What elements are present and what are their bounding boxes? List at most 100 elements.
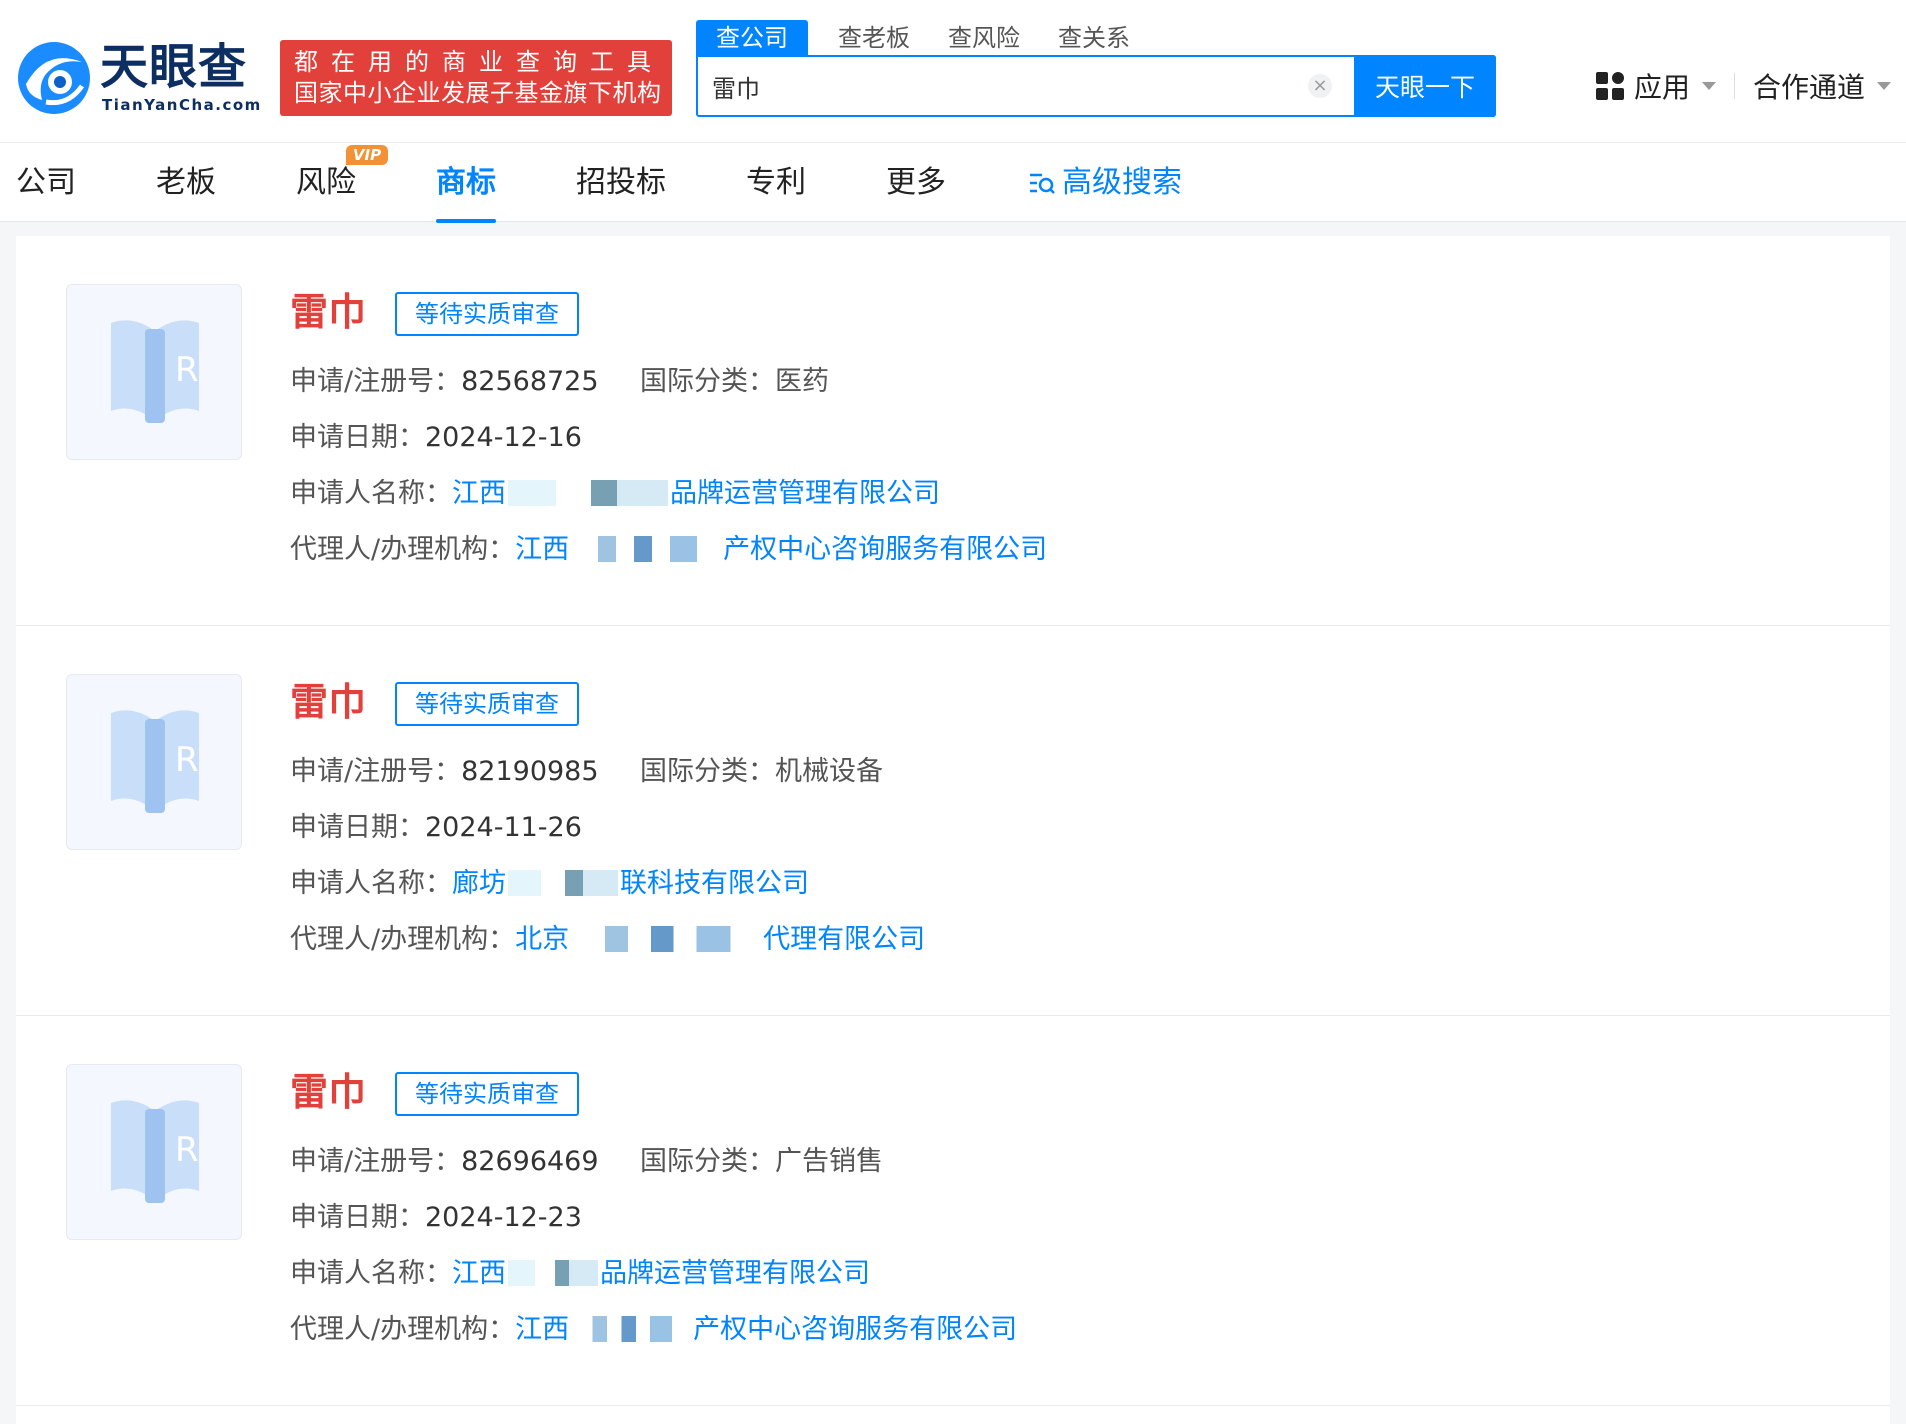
search-input[interactable] [712, 57, 1292, 115]
intl-class-value: 广告销售 [775, 1146, 883, 1177]
trademark-name[interactable]: 雷巾 [290, 1068, 366, 1116]
applicant-link[interactable]: 廊坊 联科技有限公司 [452, 868, 809, 899]
apply-date-label: 申请日期： [290, 422, 425, 453]
applicant-suffix: 联科技有限公司 [620, 868, 809, 899]
nav-bidding[interactable]: 招投标 [576, 163, 666, 203]
reg-no-label: 申请/注册号： [290, 366, 462, 397]
agent-label: 代理人/办理机构： [290, 1314, 516, 1345]
nav-more[interactable]: 更多 [886, 163, 946, 203]
intl-class-row: 国际分类：机械设备 [640, 752, 883, 792]
apply-date-value: 2024-12-16 [425, 422, 582, 453]
apply-date-value: 2024-11-26 [425, 812, 582, 843]
nav-risk[interactable]: 风险 [296, 163, 356, 203]
applicant-label: 申请人名称： [290, 478, 452, 509]
trademark-thumbnail[interactable]: R [66, 674, 242, 850]
agent-row: 代理人/办理机构：江西 产权中心咨询服务有限公司 [290, 1310, 1017, 1350]
search-box: × 天眼一下 [696, 55, 1496, 117]
trademark-name[interactable]: 雷巾 [290, 288, 366, 336]
svg-text:R: R [175, 740, 199, 780]
nav-trademark[interactable]: 商标 [436, 163, 496, 223]
partner-label: 合作通道 [1753, 71, 1866, 104]
search-tab-boss[interactable]: 查老板 [838, 20, 910, 56]
applicant-suffix: 品牌运营管理有限公司 [670, 478, 940, 509]
status-badge: 等待实质审查 [395, 1072, 579, 1116]
reg-no-value: 82568725 [461, 366, 599, 397]
agent-link[interactable]: 北京 代理有限公司 [515, 924, 925, 955]
agent-prefix: 江西 [515, 1314, 570, 1345]
advanced-search-label: 高级搜索 [1062, 165, 1182, 200]
applicant-label: 申请人名称： [290, 1258, 452, 1289]
applicant-prefix: 廊坊 [452, 868, 506, 899]
intl-class-row: 国际分类：医药 [640, 362, 829, 402]
partner-menu[interactable]: 合作通道 [1753, 66, 1892, 106]
reg-no-value: 82696469 [461, 1146, 599, 1177]
trademark-thumbnail[interactable]: R [66, 1064, 242, 1240]
redacted-block [571, 1315, 692, 1342]
book-placeholder-icon: R [111, 710, 199, 813]
nav-company[interactable]: 公司 [16, 163, 76, 203]
nav-boss[interactable]: 老板 [156, 163, 216, 203]
search-button[interactable]: 天眼一下 [1354, 55, 1496, 117]
advanced-search-link[interactable]: 高级搜索 [1028, 163, 1182, 203]
agent-row: 代理人/办理机构：江西 产权中心咨询服务有限公司 [290, 530, 1047, 570]
intl-class-row: 国际分类：广告销售 [640, 1142, 883, 1182]
applicant-label: 申请人名称： [290, 868, 452, 899]
apps-label: 应用 [1634, 71, 1691, 104]
reg-no-row: 申请/注册号：82568725 [290, 362, 599, 402]
clear-icon[interactable]: × [1308, 74, 1332, 98]
redacted-block [571, 925, 762, 952]
apps-grid-icon [1596, 72, 1624, 100]
trademark-card[interactable]: R 雷巾 等待实质审查 申请/注册号：82568725 国际分类：医药 申请日期… [16, 236, 1890, 626]
intl-class-label: 国际分类： [640, 1146, 775, 1177]
svg-text:R: R [175, 1130, 199, 1170]
brand-domain: TianYanCha.com [102, 96, 262, 114]
search-tab-relation[interactable]: 查关系 [1058, 20, 1130, 56]
intl-class-label: 国际分类： [640, 366, 775, 397]
trademark-name[interactable]: 雷巾 [290, 678, 366, 726]
chevron-down-icon [1702, 82, 1717, 90]
trademark-card[interactable]: R 雷巾 等待实质审查 申请/注册号：82190985 国际分类：机械设备 申请… [16, 626, 1890, 1016]
slogan-banner: 都在用的商业查询工具 国家中小企业发展子基金旗下机构 [280, 40, 672, 116]
nav-patent[interactable]: 专利 [746, 163, 806, 203]
search-tab-company[interactable]: 查公司 [696, 20, 808, 56]
brand-name: 天眼查 [100, 39, 248, 95]
status-badge: 等待实质审查 [395, 682, 579, 726]
vip-badge: VIP [346, 145, 388, 165]
trademark-thumbnail[interactable]: R [66, 284, 242, 460]
applicant-row: 申请人名称：江西 品牌运营管理有限公司 [290, 1254, 870, 1294]
applicant-suffix: 品牌运营管理有限公司 [600, 1258, 870, 1289]
agent-label: 代理人/办理机构： [290, 924, 516, 955]
applicant-row: 申请人名称：江西 品牌运营管理有限公司 [290, 474, 940, 514]
category-nav: 公司 老板 风险 VIP 商标 招投标 专利 更多 高级搜索 [0, 142, 1906, 223]
applicant-link[interactable]: 江西 品牌运营管理有限公司 [452, 1258, 870, 1289]
trademark-result-list: R 雷巾 等待实质审查 申请/注册号：82568725 国际分类：医药 申请日期… [16, 236, 1890, 1424]
slogan-line-1: 都在用的商业查询工具 [294, 48, 664, 76]
apply-date-row: 申请日期：2024-12-16 [290, 418, 582, 458]
apply-date-label: 申请日期： [290, 1202, 425, 1233]
intl-class-value: 机械设备 [775, 756, 883, 787]
apply-date-row: 申请日期：2024-12-23 [290, 1198, 582, 1238]
apply-date-row: 申请日期：2024-11-26 [290, 808, 582, 848]
logo[interactable]: 天眼查 TianYanCha.com [16, 38, 266, 120]
filter-search-icon [1030, 173, 1055, 194]
applicant-link[interactable]: 江西 品牌运营管理有限公司 [452, 478, 940, 509]
search-tabs: 查公司 查老板 查风险 查关系 [696, 20, 1168, 56]
search-tab-risk[interactable]: 查风险 [948, 20, 1020, 56]
trademark-card[interactable]: R 雷巾 等待实质审查 申请/注册号：82696469 国际分类：广告销售 申请… [16, 1016, 1890, 1406]
agent-link[interactable]: 江西 产权中心咨询服务有限公司 [515, 1314, 1017, 1345]
redacted-block [571, 535, 722, 562]
agent-link[interactable]: 江西 产权中心咨询服务有限公司 [515, 534, 1047, 565]
applicant-prefix: 江西 [452, 478, 506, 509]
redacted-block [508, 479, 668, 506]
redacted-block [508, 1259, 598, 1286]
reg-no-label: 申请/注册号： [290, 756, 462, 787]
apply-date-label: 申请日期： [290, 812, 425, 843]
status-badge: 等待实质审查 [395, 292, 579, 336]
reg-no-value: 82190985 [461, 756, 599, 787]
top-header: 天眼查 TianYanCha.com 都在用的商业查询工具 国家中小企业发展子基… [0, 0, 1906, 142]
slogan-line-2: 国家中小企业发展子基金旗下机构 [294, 79, 662, 107]
nav-trademark-label: 商标 [436, 165, 496, 200]
reg-no-label: 申请/注册号： [290, 1146, 462, 1177]
book-placeholder-icon: R [111, 320, 199, 423]
apps-menu[interactable]: 应用 [1596, 66, 1717, 106]
